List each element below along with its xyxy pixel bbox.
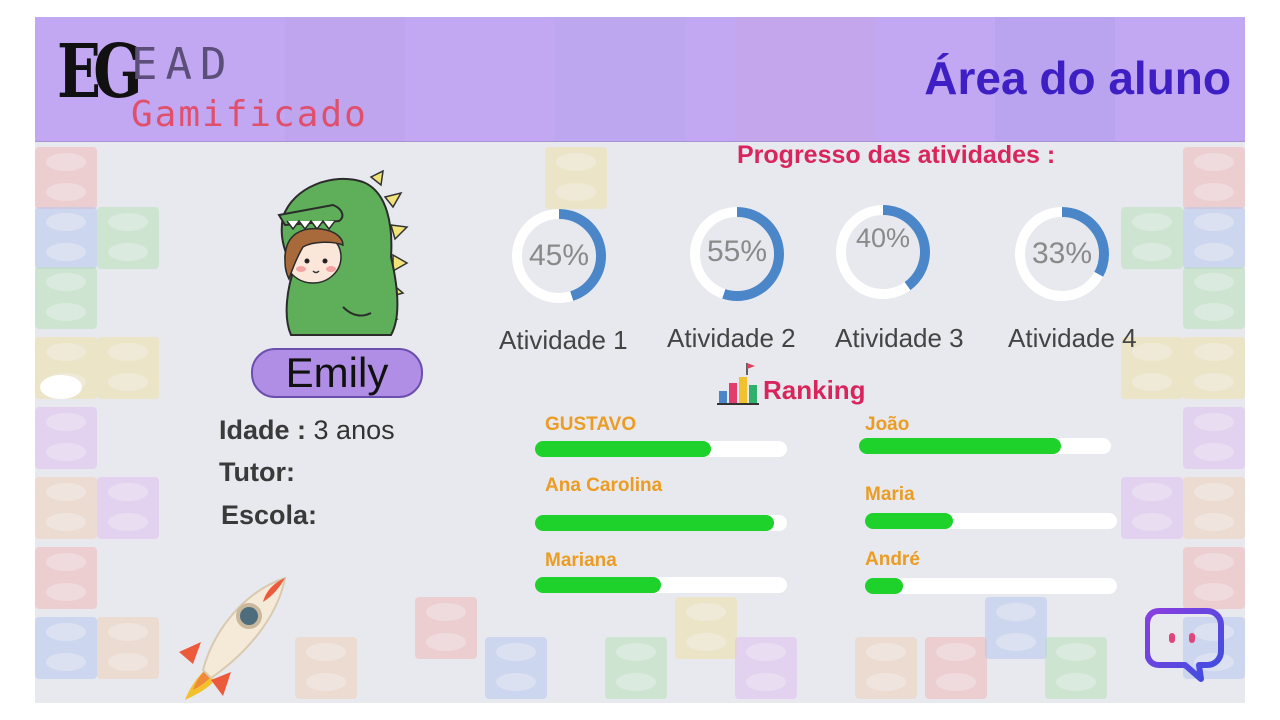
progress-gauge-1: 45% [509,203,609,309]
lego-tile [1183,147,1245,209]
lego-tile [545,147,607,209]
gauge-4-percent: 33% [1031,237,1093,270]
rocket-icon [173,572,293,703]
school-label: Escola: [221,500,318,530]
lego-tile [485,637,547,699]
lego-tile [855,637,917,699]
gauge-1-percent: 45% [528,239,590,272]
gauge-2-percent: 55% [706,235,768,268]
lego-tile [35,617,97,679]
ranking-track-1 [535,441,787,457]
lego-tile [35,147,97,209]
student-name-pill: Emily [251,348,423,398]
progress-gauge-2: 55% [687,201,787,307]
lego-tile [1183,207,1245,269]
ranking-name-5: Mariana [545,550,617,571]
ranking-name-1: GUSTAVO [545,414,637,435]
lego-tile [1121,477,1183,539]
ranking-name-4: Maria [865,484,915,505]
lego-tile [1183,407,1245,469]
lego-tile [295,637,357,699]
activity-2-label: Atividade 2 [667,323,796,353]
ranking-name-3: Ana Carolina [545,475,663,496]
activity-1-label: Atividade 1 [499,325,628,355]
lego-tile [985,597,1047,659]
header-bar: EG EAD Gamificado Área do aluno [35,17,1245,142]
lego-tile [1121,207,1183,269]
ranking-bar-3 [535,515,775,531]
lego-tile [925,637,987,699]
lego-tile [97,337,159,399]
progress-gauge-4: 33% [1012,201,1112,307]
dinosaur-avatar-icon [273,167,423,346]
activity-4-label: Atividade 4 [1008,323,1137,353]
ranking-chart-icon [717,363,759,405]
lego-tile [35,207,97,269]
progress-gauge-3: 40% [833,199,933,305]
lego-tile [605,637,667,699]
lego-tile [35,477,97,539]
chat-bubble-icon[interactable] [1144,605,1225,689]
activity-3-label: Atividade 3 [835,323,964,353]
ranking-title: Ranking [763,375,866,405]
lego-tile [35,267,97,329]
lego-tile [1183,267,1245,329]
lego-tile [1045,637,1107,699]
lego-tile [1183,477,1245,539]
gauge-3-percent: 40% [855,223,911,253]
ranking-track-4 [865,513,1117,529]
lego-tile [415,597,477,659]
lego-tile [97,207,159,269]
school-row: Escola: [221,500,317,531]
page-title: Área do aluno [924,52,1231,104]
decorative-blob [40,375,82,399]
ranking-track-6 [865,578,1117,594]
logo-mark: EG [57,29,142,115]
ranking-name-2: João [865,414,910,435]
age-row: Idade : 3 anos [219,415,395,446]
logo-line-gamificado: Gamificado [131,94,368,135]
tutor-label: Tutor: [219,457,295,487]
lego-tile [35,547,97,609]
lego-tile [97,477,159,539]
lego-tile [1183,337,1245,399]
ranking-bar-1 [535,441,712,457]
age-value: 3 anos [313,415,395,445]
ranking-bar-6 [865,578,903,594]
page-frame: EG EAD Gamificado Área do aluno Progress… [35,17,1245,703]
lego-tile [675,597,737,659]
lego-tile [735,637,797,699]
ranking-track-5 [535,577,787,593]
lego-tile [1183,547,1245,609]
student-name: Emily [285,349,389,396]
lego-tile [35,407,97,469]
ranking-bar-5 [535,577,661,593]
ranking-bar-4 [865,513,954,529]
ranking-bar-2 [859,438,1061,454]
lego-tile [97,617,159,679]
ranking-name-6: André [865,549,920,570]
age-label: Idade : [219,415,307,445]
logo-line-ead: EAD [131,39,235,90]
ranking-track-2 [859,438,1111,454]
tutor-row: Tutor: [219,457,295,488]
progress-title: Progresso das atividades : [737,141,1056,169]
ranking-track-3 [535,515,787,531]
